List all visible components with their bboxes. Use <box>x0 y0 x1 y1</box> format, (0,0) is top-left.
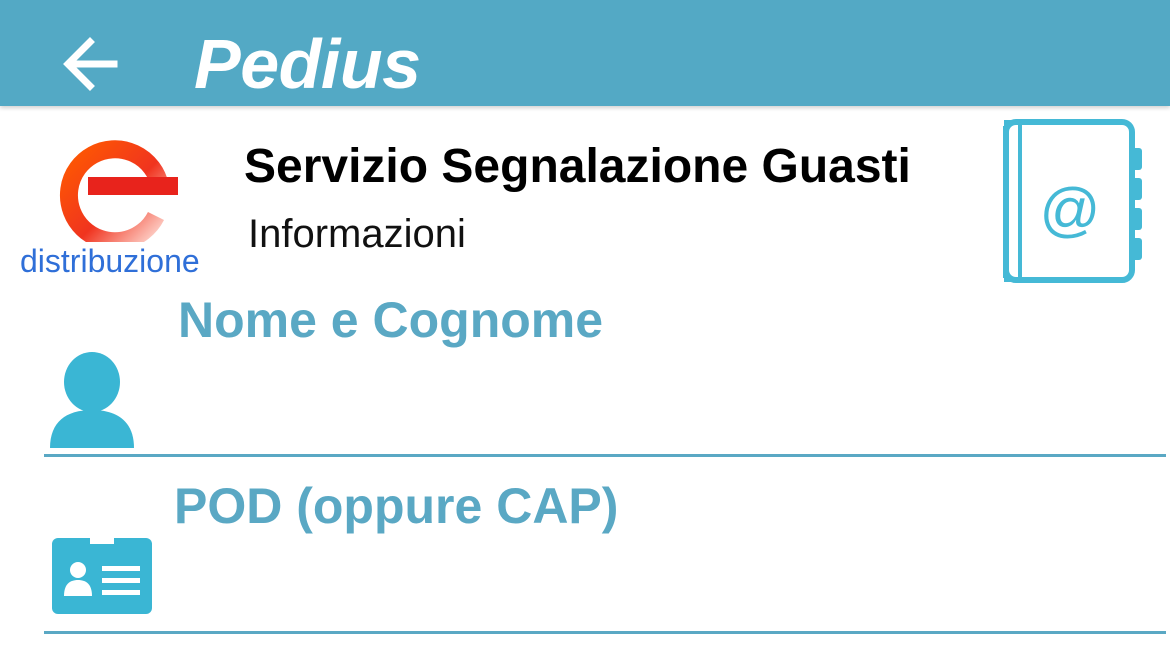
service-subtitle: Informazioni <box>248 212 466 256</box>
name-field[interactable] <box>178 360 1142 442</box>
back-button[interactable] <box>50 22 134 106</box>
app-bar: Pedius <box>0 0 1170 106</box>
service-title: Servizio Segnalazione Guasti <box>244 140 911 193</box>
pod-field[interactable] <box>174 546 1138 628</box>
name-field-underline <box>44 454 1166 457</box>
person-icon <box>50 352 134 448</box>
address-book-at-icon: @ <box>1003 119 1142 283</box>
id-card-icon <box>52 538 152 614</box>
app-screen: Pedius distribuzione Servizio Segnalazio… <box>0 0 1170 658</box>
provider-logo: distribuzione <box>20 130 225 279</box>
contacts-button[interactable]: @ <box>1002 118 1150 284</box>
e-distribuzione-logo <box>59 140 178 242</box>
app-title: Pedius <box>194 25 421 103</box>
pod-field-label: POD (oppure CAP) <box>174 478 619 534</box>
name-field-label: Nome e Cognome <box>178 292 604 348</box>
svg-text:@: @ <box>1040 176 1101 243</box>
arrow-left-icon <box>63 37 118 91</box>
provider-logo-text: distribuzione <box>20 243 200 279</box>
pod-field-underline <box>44 631 1166 634</box>
